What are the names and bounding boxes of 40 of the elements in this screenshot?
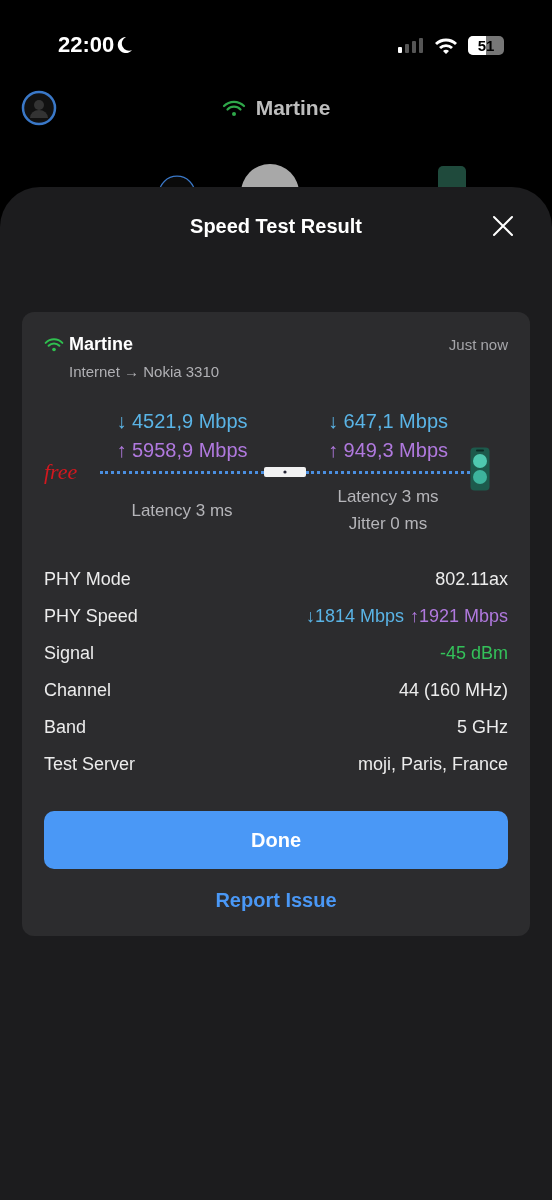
signal-icon bbox=[398, 37, 424, 53]
detail-label: Channel bbox=[44, 679, 112, 701]
latency-label: Latency 3 ms bbox=[337, 487, 439, 507]
phone-icon bbox=[437, 165, 467, 187]
timestamp: Just now bbox=[448, 336, 508, 353]
latency-label: Latency 3 ms bbox=[131, 500, 233, 521]
wifi-icon bbox=[221, 99, 246, 117]
phone-icon bbox=[470, 447, 490, 491]
detail-value: ↓1814 Mbps bbox=[305, 605, 404, 627]
detail-label: Test Server bbox=[44, 753, 136, 775]
detail-value: 5 GHz bbox=[457, 716, 508, 738]
done-button[interactable]: Done bbox=[44, 811, 508, 869]
speed-value: ↓ 647,1 Mbps bbox=[327, 410, 449, 433]
speed-value: ↓ 4521,9 Mbps bbox=[116, 410, 248, 433]
detail-value: ↑1921 Mbps bbox=[409, 605, 508, 627]
route-label: Internet → Nokia 3310 bbox=[69, 363, 221, 380]
clock-time: 22:00 bbox=[58, 32, 115, 58]
detail-label: Signal bbox=[44, 642, 95, 664]
battery-icon: 51 bbox=[468, 35, 504, 55]
detail-value: -45 dBm bbox=[439, 642, 508, 664]
speed-value: ↑ 949,3 Mbps bbox=[327, 439, 449, 462]
detail-label: Band bbox=[44, 716, 87, 738]
router-icon bbox=[240, 163, 300, 187]
wifi-icon bbox=[434, 36, 458, 54]
detail-label: PHY Speed bbox=[44, 605, 138, 627]
access-point-icon bbox=[264, 467, 306, 477]
close-icon[interactable] bbox=[492, 215, 514, 237]
isp-logo: free bbox=[44, 462, 79, 482]
avatar-icon[interactable] bbox=[21, 90, 57, 126]
detail-value: 802.11ax bbox=[435, 568, 508, 590]
wifi-icon bbox=[44, 337, 64, 352]
detail-value: 44 (160 MHz) bbox=[398, 679, 508, 701]
detail-value: moji, Paris, France bbox=[357, 753, 508, 775]
detail-label: PHY Mode bbox=[44, 568, 131, 590]
network-name: Martine bbox=[69, 334, 133, 355]
latency-label: Jitter 0 ms bbox=[348, 514, 428, 534]
speed-value: ↑ 5958,9 Mbps bbox=[116, 439, 248, 462]
report-link[interactable]: Report Issue bbox=[211, 885, 341, 916]
network-name: Martine bbox=[255, 96, 331, 120]
sheet-title: Speed Test Result bbox=[190, 214, 362, 238]
